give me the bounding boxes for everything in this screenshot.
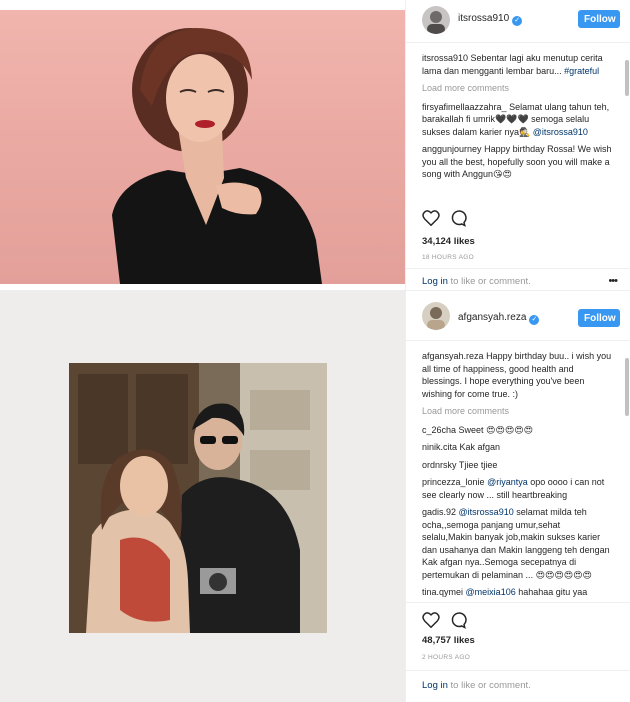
post-1: itsrossa910 ✓ Follow itsrossa910 Sebentar…: [0, 0, 630, 290]
login-prompt-text: to like or comment.: [447, 680, 531, 691]
comment-text: selamat milda teh ocha,,semoga panjang u…: [422, 507, 610, 580]
comment: tina.qymei @meixia106 hahahaa gitu yaa: [422, 586, 612, 599]
mention-link[interactable]: @riyantya: [487, 477, 528, 487]
follow-button[interactable]: Follow: [578, 10, 620, 28]
comment-username[interactable]: anggunjourney: [422, 144, 482, 154]
post-1-photo[interactable]: [0, 10, 405, 284]
login-link[interactable]: Log in: [422, 276, 448, 287]
comment-text: Sweet 😍😍😍😍😍: [458, 424, 533, 435]
comment: gadis.92 @itsrossa910 selamat milda teh …: [422, 506, 612, 581]
avatar[interactable]: [422, 302, 450, 330]
caption: itsrossa910 Sebentar lagi aku menutup ce…: [422, 52, 612, 77]
comment: c_26cha Sweet 😍😍😍😍😍: [422, 424, 612, 437]
comment-username[interactable]: gadis.92: [422, 507, 456, 517]
comment-text: Tjiee tjiee: [458, 459, 498, 470]
more-options-icon[interactable]: •••: [608, 275, 618, 287]
mention-link[interactable]: @meixia106: [466, 587, 516, 597]
post-2-header: afgansyah.reza ✓ Follow: [406, 294, 630, 336]
comment: firsyafimellaazzahra_ Selamat ulang tahu…: [422, 101, 612, 139]
heart-icon[interactable]: [422, 210, 440, 226]
post-1-actions: [422, 210, 612, 230]
comment: ninik.cita Kak afgan: [422, 441, 612, 454]
comment-username[interactable]: tina.qymei: [422, 587, 463, 597]
mention-link[interactable]: @itsrossa910: [459, 507, 514, 517]
avatar[interactable]: [422, 6, 450, 34]
caption-username[interactable]: afgansyah.reza: [422, 351, 484, 361]
verified-badge-icon: ✓: [512, 16, 523, 26]
post-2-actions: [422, 612, 612, 632]
follow-button[interactable]: Follow: [578, 309, 620, 327]
comment: anggunjourney Happy birthday Rossa! We w…: [422, 143, 612, 181]
post-1-username[interactable]: itsrossa910: [458, 13, 509, 24]
post-1-login-bar: Log in to like or comment. •••: [406, 268, 630, 291]
comment-icon[interactable]: [449, 209, 467, 227]
comment-username[interactable]: ninik.cita: [422, 442, 457, 452]
couple-photo-image: [69, 363, 327, 633]
post-1-comments: itsrossa910 Sebentar lagi aku menutup ce…: [422, 52, 612, 204]
post-time: 18 HOURS AGO: [422, 254, 475, 261]
comment-username[interactable]: princezza_lonie: [422, 477, 485, 487]
post-1-sidebar: itsrossa910 ✓ Follow itsrossa910 Sebentar…: [405, 0, 630, 290]
login-link[interactable]: Log in: [422, 680, 448, 691]
post-2-comments: afgansyah.reza Happy birthday buu.. i wi…: [422, 350, 612, 600]
load-more-comments-link[interactable]: Load more comments: [422, 82, 612, 95]
comment-icon[interactable]: [449, 611, 467, 629]
login-prompt-text: to like or comment.: [447, 276, 531, 287]
post-2-login-bar: Log in to like or comment.: [406, 670, 630, 693]
comment-username[interactable]: ordnrsky: [422, 460, 457, 470]
post-2: afgansyah.reza ✓ Follow afgansyah.reza Ha…: [0, 290, 630, 702]
caption-username[interactable]: itsrossa910: [422, 53, 468, 63]
comment-username[interactable]: firsyafimellaazzahra_: [422, 102, 507, 112]
hashtag-link[interactable]: #grateful: [564, 66, 599, 76]
post-2-photo[interactable]: [0, 290, 405, 702]
post-2-sidebar: afgansyah.reza ✓ Follow afgansyah.reza Ha…: [405, 290, 630, 702]
comment: ordnrsky Tjiee tjiee: [422, 459, 612, 472]
comment: princezza_lonie @riyantya opo oooo i can…: [422, 476, 612, 501]
woman-portrait-image: [112, 28, 322, 284]
likes-count[interactable]: 48,757 likes: [422, 635, 475, 646]
post-time: 2 HOURS AGO: [422, 654, 471, 661]
caption: afgansyah.reza Happy birthday buu.. i wi…: [422, 350, 612, 400]
comments-scrollbar[interactable]: [625, 358, 629, 416]
load-more-comments-link[interactable]: Load more comments: [422, 405, 612, 418]
likes-count[interactable]: 34,124 likes: [422, 236, 475, 247]
verified-badge-icon: ✓: [529, 315, 540, 325]
mention-link[interactable]: @itsrossa910: [533, 127, 588, 137]
heart-icon[interactable]: [422, 612, 440, 628]
post-2-username[interactable]: afgansyah.reza: [458, 312, 526, 323]
post-1-header: itsrossa910 ✓ Follow: [406, 0, 630, 42]
comments-scrollbar[interactable]: [625, 60, 629, 96]
comment-text: hahahaa gitu yaa: [518, 587, 588, 597]
comment-username[interactable]: c_26cha: [422, 425, 456, 435]
comment-text: Kak afgan: [459, 442, 501, 452]
